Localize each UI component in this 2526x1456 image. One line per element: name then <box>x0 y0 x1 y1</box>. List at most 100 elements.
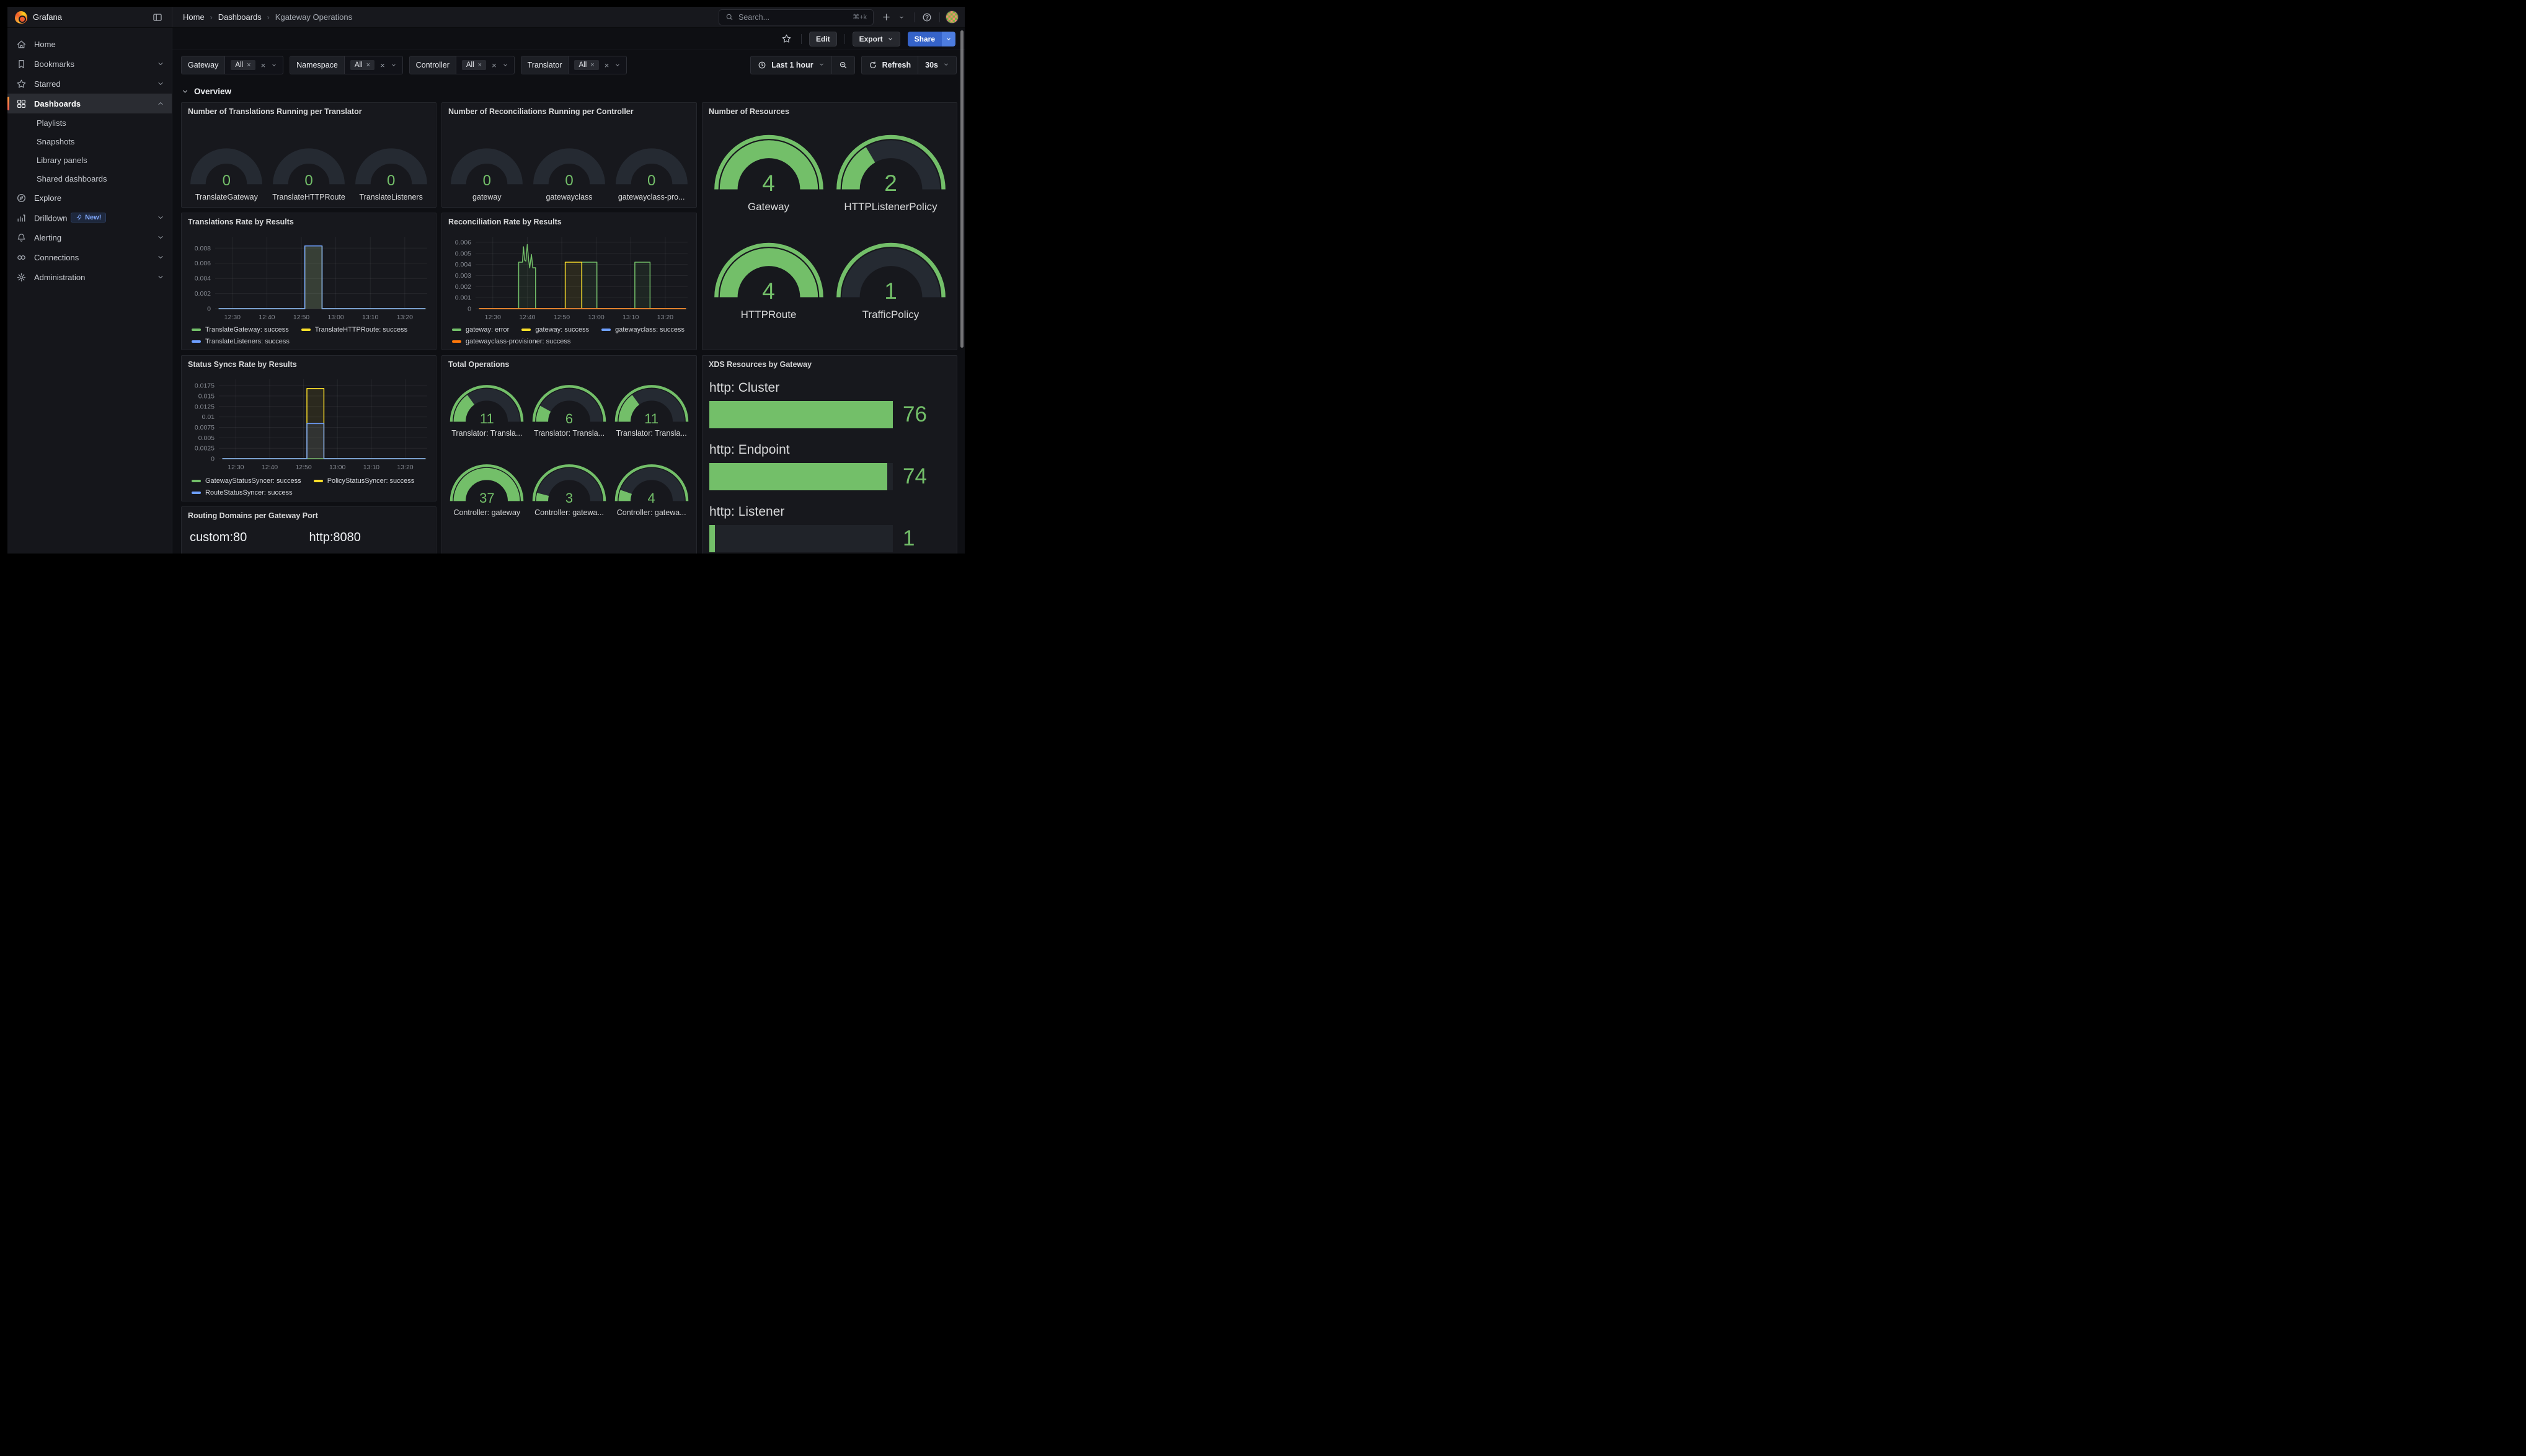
legend-item-gatewayclass-success[interactable]: gatewayclass: success <box>601 326 685 333</box>
scrollbar-thumb[interactable] <box>960 30 964 348</box>
time-range-picker[interactable]: Last 1 hour <box>751 56 831 74</box>
filter-value-chip[interactable]: All× <box>231 60 255 70</box>
panel-title[interactable]: Routing Domains per Gateway Port <box>182 507 436 520</box>
panel-title[interactable]: Number of Resources <box>702 103 957 116</box>
row-overview-toggle[interactable]: Overview <box>182 87 231 96</box>
remove-value-icon[interactable]: × <box>247 62 250 69</box>
panel-title[interactable]: Status Syncs Rate by Results <box>182 356 436 369</box>
clear-filter-icon[interactable]: × <box>380 61 385 69</box>
refresh-button[interactable]: Refresh <box>862 56 918 74</box>
time-series-chart[interactable]: 12:3012:4012:5013:0013:1013:2000.0010.00… <box>447 229 693 324</box>
panel-translations-running: Number of Translations Running per Trans… <box>181 102 437 208</box>
legend-item-gateway-error[interactable]: gateway: error <box>452 326 509 333</box>
filter-label[interactable]: Gateway <box>182 56 225 74</box>
filter-controller[interactable]: Controller All× × <box>409 56 515 74</box>
sidebar-item-playlists[interactable]: Playlists <box>7 113 172 132</box>
refresh-icon <box>869 61 877 69</box>
clear-filter-icon[interactable]: × <box>605 61 609 69</box>
filter-namespace[interactable]: Namespace All× × <box>290 56 403 74</box>
sidebar-item-explore[interactable]: Explore <box>7 188 172 208</box>
gauge-value: 0 <box>613 174 690 188</box>
filter-values[interactable]: All× × <box>456 56 514 74</box>
panel-title[interactable]: Number of Reconciliations Running per Co… <box>442 103 696 116</box>
filter-value-chip[interactable]: All× <box>574 60 598 70</box>
legend-item-translategateway-success[interactable]: TranslateGateway: success <box>192 326 289 333</box>
legend-label: RouteStatusSyncer: success <box>205 489 293 496</box>
panel-title[interactable]: Total Operations <box>442 356 696 369</box>
sidebar-item-starred[interactable]: Starred <box>7 74 172 94</box>
gauge-label: HTTPListenerPolicy <box>844 201 937 213</box>
filter-values[interactable]: All× × <box>225 56 283 74</box>
sidebar-item-snapshots[interactable]: Snapshots <box>7 132 172 151</box>
legend-label: TranslateGateway: success <box>205 326 289 333</box>
panel-title[interactable]: Reconciliation Rate by Results <box>442 213 696 226</box>
legend-item-gatewaystatussyncer-success[interactable]: GatewayStatusSyncer: success <box>192 477 301 485</box>
sidebar-item-shared-dashboards[interactable]: Shared dashboards <box>7 169 172 188</box>
svg-text:0.006: 0.006 <box>455 239 471 246</box>
svg-text:12:50: 12:50 <box>293 314 309 321</box>
chevron-up-icon[interactable] <box>157 100 164 107</box>
user-avatar[interactable] <box>946 11 959 24</box>
sidebar-item-drilldown[interactable]: Drilldown New! <box>7 208 172 227</box>
remove-value-icon[interactable]: × <box>478 62 482 69</box>
remove-value-icon[interactable]: × <box>366 62 370 69</box>
sidebar-toggle-icon[interactable] <box>151 11 164 24</box>
legend-item-routestatussyncer-success[interactable]: RouteStatusSyncer: success <box>192 489 293 496</box>
chevron-down-icon[interactable] <box>157 254 164 261</box>
remove-value-icon[interactable]: × <box>590 62 594 69</box>
time-range-group: Last 1 hour <box>750 56 854 74</box>
chevron-down-icon[interactable] <box>157 273 164 281</box>
filter-value-chip[interactable]: All× <box>462 60 486 70</box>
zoom-out-button[interactable] <box>831 56 854 74</box>
bookmark-icon <box>16 59 27 69</box>
sidebar-item-administration[interactable]: Administration <box>7 267 172 287</box>
help-icon[interactable] <box>920 11 934 24</box>
chevron-down-icon <box>182 88 188 95</box>
share-menu-chevron-icon[interactable] <box>942 32 955 46</box>
sidebar-item-dashboards[interactable]: Dashboards <box>7 94 172 113</box>
sidebar-item-connections[interactable]: Connections <box>7 247 172 267</box>
filter-values[interactable]: All× × <box>345 56 402 74</box>
clear-filter-icon[interactable]: × <box>492 61 497 69</box>
edit-button[interactable]: Edit <box>809 32 837 46</box>
share-button[interactable]: Share <box>908 32 955 46</box>
export-button[interactable]: Export <box>853 32 900 46</box>
bar-gauge-http-listener: http: Listener 1 <box>709 505 952 552</box>
panel-title[interactable]: Number of Translations Running per Trans… <box>182 103 436 116</box>
stat-value-http-8080: http:8080 <box>309 531 429 545</box>
sidebar-item-bookmarks[interactable]: Bookmarks <box>7 54 172 74</box>
chevron-down-icon[interactable] <box>157 234 164 241</box>
svg-text:0.002: 0.002 <box>195 290 211 298</box>
chevron-down-icon[interactable] <box>157 80 164 87</box>
filter-label[interactable]: Translator <box>521 56 569 74</box>
filter-gateway[interactable]: Gateway All× × <box>181 56 283 74</box>
legend-item-gatewayclass-provisioner-success[interactable]: gatewayclass-provisioner: success <box>452 338 570 345</box>
filter-label[interactable]: Namespace <box>290 56 345 74</box>
sidebar-item-alerting[interactable]: Alerting <box>7 227 172 247</box>
filter-label[interactable]: Controller <box>410 56 456 74</box>
favorite-star-icon[interactable] <box>780 32 794 46</box>
clear-filter-icon[interactable]: × <box>261 61 266 69</box>
chart-legend: gateway: error gateway: success gatewaycla… <box>452 326 691 345</box>
legend-item-gateway-success[interactable]: gateway: success <box>521 326 589 333</box>
search-input[interactable]: Search... ⌘+k <box>719 9 874 25</box>
legend-item-policystatussyncer-success[interactable]: PolicyStatusSyncer: success <box>314 477 415 485</box>
panel-status-syncs-rate: Status Syncs Rate by Results 12:3012:401… <box>181 355 437 501</box>
chevron-down-icon[interactable] <box>157 214 164 221</box>
filter-value-chip[interactable]: All× <box>350 60 374 70</box>
legend-item-translatehttproute-success[interactable]: TranslateHTTPRoute: success <box>301 326 407 333</box>
sidebar-item-library-panels[interactable]: Library panels <box>7 151 172 169</box>
legend-item-translatelisteners-success[interactable]: TranslateListeners: success <box>192 338 290 345</box>
refresh-interval-picker[interactable]: 30s <box>918 56 956 74</box>
filter-translator[interactable]: Translator All× × <box>521 56 627 74</box>
time-series-chart[interactable]: 12:3012:4012:5013:0013:1013:2000.00250.0… <box>187 372 432 474</box>
sidebar-item-home[interactable]: Home <box>7 34 172 54</box>
add-new-button[interactable] <box>879 11 908 24</box>
chevron-down-icon[interactable] <box>157 60 164 68</box>
breadcrumb-item-dashboards[interactable]: Dashboards <box>218 12 262 22</box>
time-series-chart[interactable]: 12:3012:4012:5013:0013:1013:2000.0020.00… <box>187 229 432 324</box>
panel-title[interactable]: XDS Resources by Gateway <box>702 356 957 369</box>
panel-title[interactable]: Translations Rate by Results <box>182 213 436 226</box>
breadcrumb-item-home[interactable]: Home <box>183 12 205 22</box>
filter-values[interactable]: All× × <box>569 56 626 74</box>
